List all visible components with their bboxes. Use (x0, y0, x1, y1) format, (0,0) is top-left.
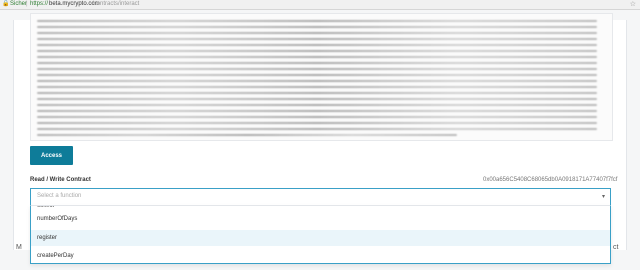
blurred-abi-line (37, 50, 597, 52)
footer-text-right: ct (613, 244, 619, 251)
blurred-abi-line (37, 86, 597, 88)
lock-icon: 🔒 (2, 1, 10, 7)
blurred-abi-line (37, 116, 597, 118)
function-option-collect[interactable]: collect (37, 206, 54, 209)
blurred-abi-line (37, 80, 597, 82)
browser-address-bar[interactable]: 🔒 Sicher | https:// beta.mycrypto.com /c… (0, 0, 640, 10)
blurred-abi-line (37, 92, 597, 94)
blurred-abi-line (37, 68, 597, 70)
url-path: /contracts/interact (92, 1, 140, 7)
star-icon[interactable]: ☆ (630, 0, 636, 9)
function-option-createperday[interactable]: createPerDay (31, 248, 610, 263)
access-button[interactable]: Access (30, 146, 73, 165)
blurred-abi-line (37, 104, 597, 106)
address-separator: | (26, 1, 28, 7)
blurred-abi-line (37, 122, 597, 124)
blurred-abi-line (37, 20, 597, 22)
blurred-abi-line (37, 110, 597, 112)
function-option-register[interactable]: register (31, 230, 610, 246)
blurred-abi-line (37, 74, 597, 76)
blurred-abi-line (37, 62, 597, 64)
blurred-abi-line (37, 134, 457, 136)
blurred-abi-line (37, 38, 597, 40)
blurred-abi-line (37, 26, 597, 28)
footer-text-left: M (16, 244, 22, 251)
blurred-abi-line (37, 44, 597, 46)
blurred-abi-line (37, 56, 597, 58)
blurred-abi-line (37, 32, 597, 34)
url-scheme: https:// (30, 1, 49, 7)
chevron-down-icon[interactable]: ▾ (602, 193, 605, 200)
function-select[interactable]: Select a function ▾ (30, 188, 611, 206)
function-dropdown-menu: collect numberOfDays register createPerD… (30, 205, 611, 264)
read-write-contract-label: Read / Write Contract (30, 177, 91, 183)
abi-json-textarea[interactable] (30, 13, 613, 141)
function-option-numberofdays[interactable]: numberOfDays (31, 211, 610, 227)
function-select-placeholder: Select a function (37, 193, 82, 199)
contract-address: 0x00a656C5408C68065db0A0918171A77407f7fc… (483, 177, 618, 183)
secure-label: Sicher (10, 1, 28, 7)
blurred-abi-line (37, 98, 597, 100)
blurred-abi-line (37, 128, 597, 130)
